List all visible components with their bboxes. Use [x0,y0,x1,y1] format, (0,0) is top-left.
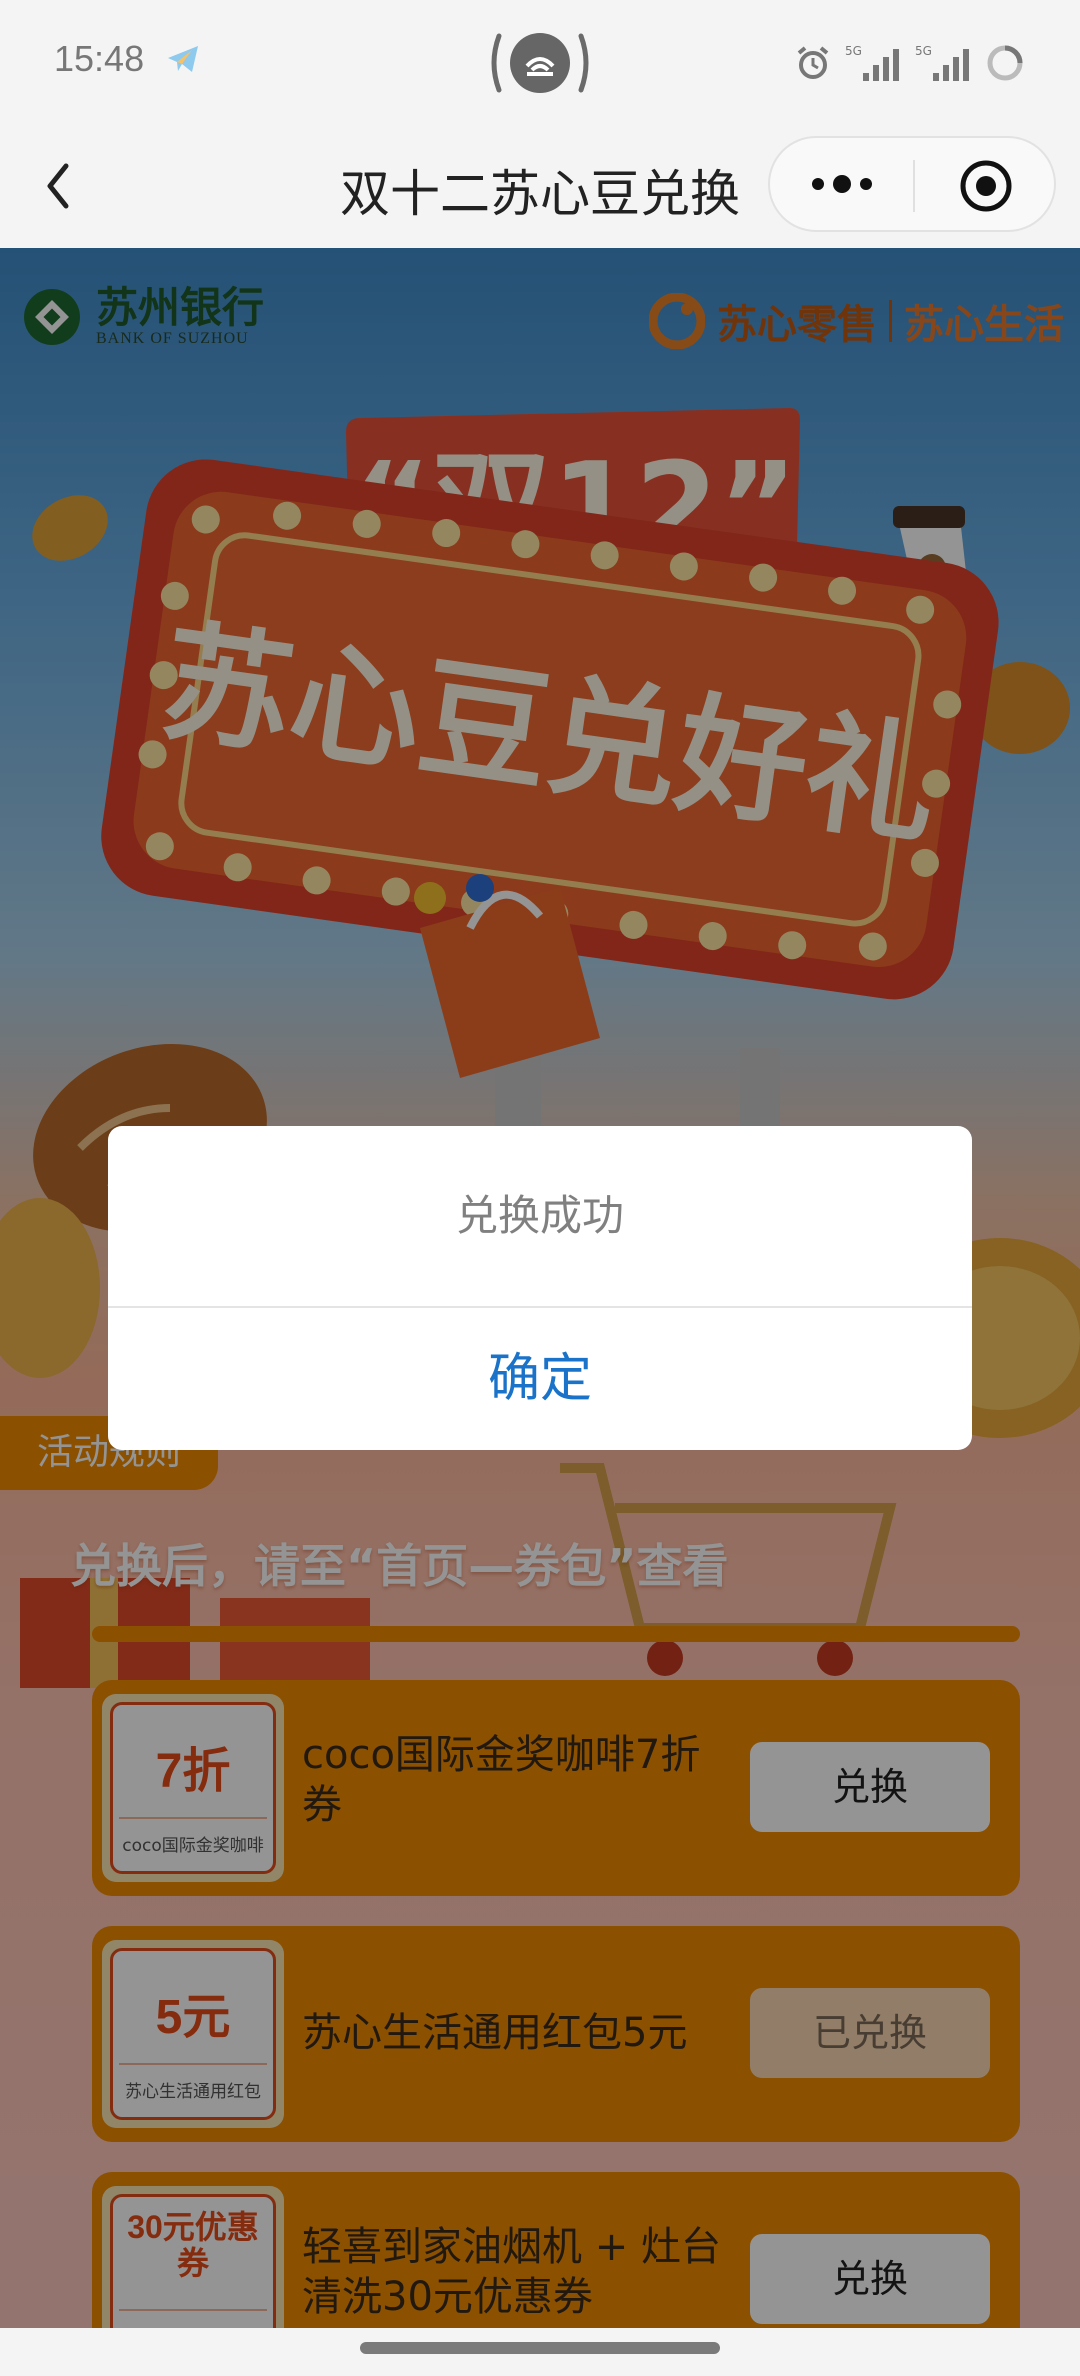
capsule-divider [913,160,915,212]
status-bar: 15:48 5G 5G [0,0,1080,126]
home-indicator[interactable] [360,2342,720,2354]
battery-icon [987,45,1023,81]
target-icon[interactable] [958,158,1014,214]
mini-program-capsule [768,136,1056,232]
navigation-bar: 双十二苏心豆兑换 [0,126,1080,248]
network-label: 5G [845,44,862,58]
confirm-button[interactable]: 确定 [108,1308,972,1450]
telegram-icon [168,46,198,72]
status-time: 15:48 [54,38,145,79]
dialog-message: 兑换成功 [455,1191,624,1240]
home-indicator-area [0,2328,1080,2376]
signal-5g-icon: 5G [845,44,899,81]
signal-5g-icon: 5G [915,44,969,81]
more-dots-icon[interactable] [806,164,878,204]
network-label: 5G [915,44,932,58]
alarm-icon [797,46,829,79]
status-icons: 5G 5G [795,38,1025,88]
hotspot-icon [491,33,589,93]
success-dialog: 兑换成功 确定 [108,1126,972,1450]
